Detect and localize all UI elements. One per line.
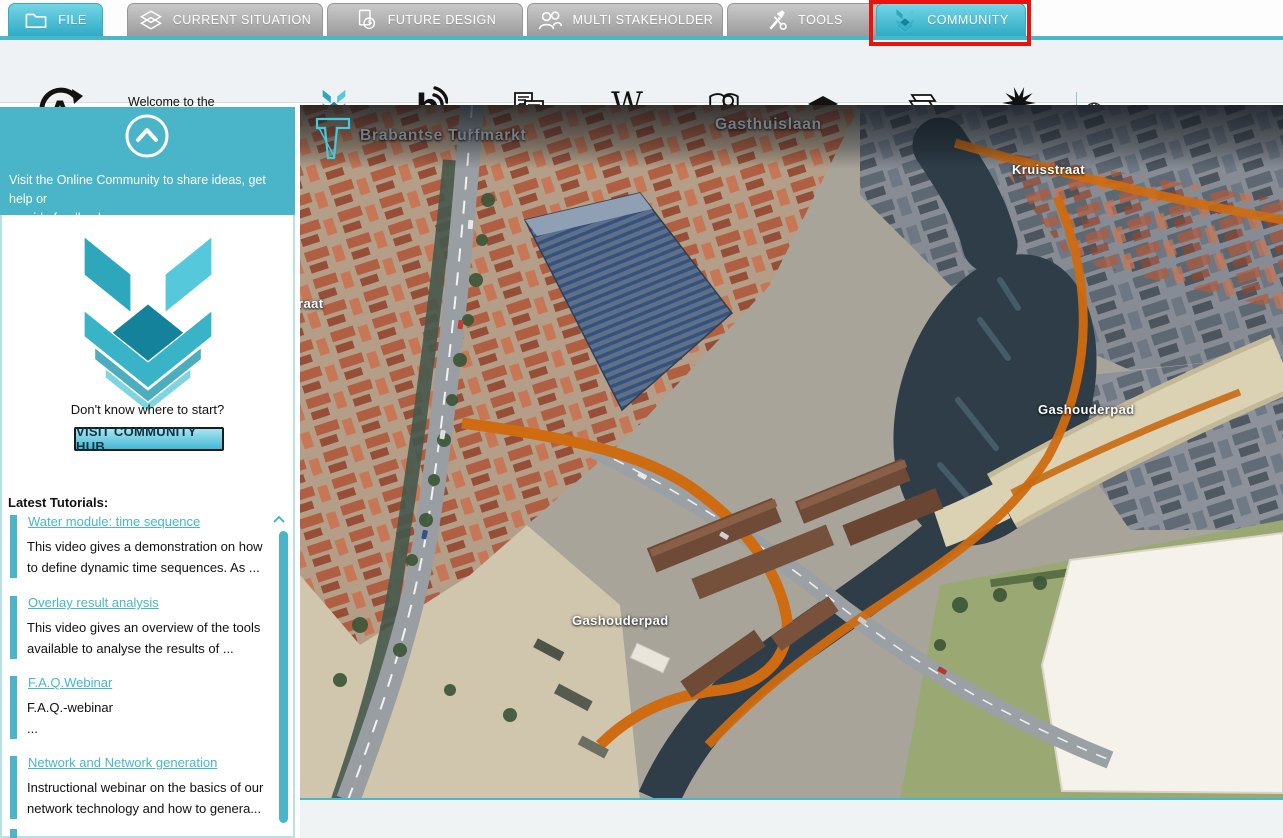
tutorial-accent-bar: [10, 829, 17, 838]
latest-tutorials-heading: Latest Tutorials:: [8, 495, 108, 510]
map-3d-view[interactable]: Brabantse Turfmarkt Gasthuislaan Kruisst…: [300, 105, 1283, 800]
tutorial-item: Overlay result analysis This video gives…: [10, 595, 272, 659]
sidebar-scrollbar-thumb[interactable]: [279, 531, 288, 823]
tutorial-accent-bar: [10, 515, 17, 578]
tutorial-item: Water module: time sequence This video g…: [10, 514, 272, 578]
layers-icon: [139, 8, 163, 32]
tab-label: CURRENT SITUATION: [173, 13, 312, 27]
application-window: FILE CURRENT SITUATION FUTURE DESIGN MUL…: [0, 0, 1283, 838]
street-label: raat: [300, 296, 323, 311]
tutorial-accent-bar: [10, 756, 17, 819]
tutorial-description: Instructional webinar on the basics of o…: [27, 777, 272, 819]
tutorial-accent-bar: [10, 676, 17, 739]
community-logo-icon: [893, 8, 917, 33]
visit-community-hub-button[interactable]: VISIT COMMUNITY HUB: [74, 427, 224, 451]
tab-label: FUTURE DESIGN: [388, 13, 497, 27]
people-icon: [537, 8, 563, 32]
tab-future-design[interactable]: FUTURE DESIGN: [327, 3, 523, 36]
tutorial-link[interactable]: Overlay result analysis: [28, 595, 272, 610]
street-label: Kruisstraat: [1012, 162, 1085, 177]
street-label: Gashouderpad: [572, 613, 669, 628]
map-render: [300, 105, 1283, 800]
scroll-up-chevron-icon[interactable]: [272, 511, 286, 529]
tutorial-link[interactable]: Network and Network generation: [28, 755, 272, 770]
tutorial-item: Network and Network generation Instructi…: [10, 755, 272, 819]
tab-label: MULTI STAKEHOLDER: [573, 13, 714, 27]
street-label: Gasthuislaan: [715, 116, 822, 134]
tutorial-link[interactable]: F.A.Q.Webinar: [28, 675, 272, 690]
folder-icon: [24, 9, 48, 31]
tutorial-description: This video gives an overview of the tool…: [27, 617, 272, 659]
tab-tools[interactable]: TOOLS: [727, 3, 880, 36]
community-sidebar: Visit the Online Community to share idea…: [0, 107, 295, 838]
tab-label: COMMUNITY: [927, 13, 1009, 27]
tab-current-situation[interactable]: CURRENT SITUATION: [127, 3, 323, 36]
tutorial-accent-bar: [10, 596, 17, 659]
filter-funnel-icon[interactable]: [315, 117, 351, 166]
tab-community[interactable]: COMMUNITY: [876, 3, 1026, 36]
tutorial-link[interactable]: Water module: time sequence: [28, 514, 272, 529]
community-logo-large: [60, 227, 236, 417]
collapse-up-icon[interactable]: [124, 113, 170, 164]
document-clock-icon: [354, 8, 378, 32]
community-ribbon: A Welcome to the Online Community Hub: C…: [0, 40, 1283, 103]
tutorial-description: This video gives a demonstration on how …: [27, 536, 272, 578]
tab-label: TOOLS: [798, 13, 843, 27]
tab-file[interactable]: FILE: [8, 3, 103, 36]
tools-icon: [764, 8, 788, 32]
ribbon-tab-bar: FILE CURRENT SITUATION FUTURE DESIGN MUL…: [0, 0, 1283, 40]
start-prompt-text: Don't know where to start?: [0, 402, 295, 417]
tab-label: FILE: [58, 13, 86, 27]
map-bottom-accent-line: [300, 798, 1283, 800]
tab-multi-stakeholder[interactable]: MULTI STAKEHOLDER: [527, 3, 723, 36]
street-label: Gashouderpad: [1038, 402, 1135, 417]
bottom-strip: [300, 800, 1283, 838]
tutorial-description: F.A.Q.-webinar ...: [27, 697, 272, 739]
street-label: Brabantse Turfmarkt: [360, 127, 527, 145]
sidebar-intro-panel: Visit the Online Community to share idea…: [0, 107, 295, 215]
tutorial-item: F.A.Q.Webinar F.A.Q.-webinar ...: [10, 675, 272, 739]
